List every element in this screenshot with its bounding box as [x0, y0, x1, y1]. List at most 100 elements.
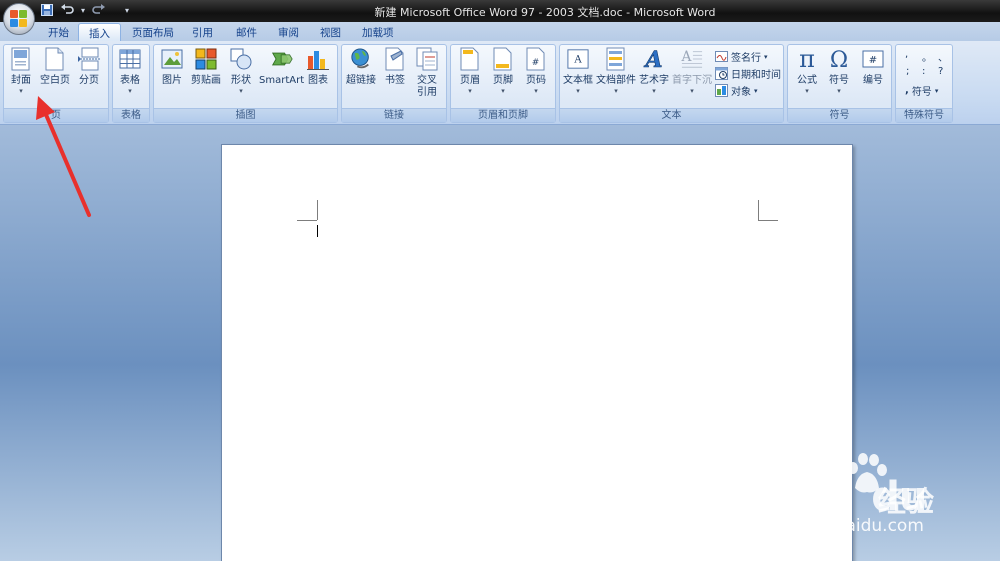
- tab-mailings[interactable]: 邮件: [226, 23, 267, 41]
- svg-text:A: A: [643, 47, 662, 71]
- header-button[interactable]: 页眉 ▾: [459, 47, 481, 95]
- cross-reference-label-1: 交叉: [417, 75, 437, 86]
- tab-home[interactable]: 开始: [38, 23, 79, 41]
- tab-review[interactable]: 审阅: [268, 23, 309, 41]
- chevron-down-icon: ▾: [837, 87, 841, 95]
- tab-references[interactable]: 引用: [182, 23, 223, 41]
- watermark-brand-part1: Bai: [765, 474, 834, 520]
- smartart-icon: [271, 47, 293, 71]
- blank-page-button[interactable]: 空白页: [40, 47, 70, 87]
- drop-cap-icon: A: [681, 47, 703, 71]
- hyperlink-button[interactable]: 超链接: [346, 47, 376, 87]
- crop-mark-top-left-h: [297, 220, 317, 221]
- footer-button[interactable]: 页脚 ▾: [492, 47, 514, 95]
- table-icon: [119, 47, 141, 71]
- chevron-down-icon: ▾: [128, 87, 132, 95]
- special-symbol-button[interactable]: , 符号 ▾: [905, 83, 938, 98]
- smartart-button[interactable]: SmartArt: [259, 47, 304, 87]
- chevron-down-icon: ▾: [690, 87, 694, 95]
- drop-cap-button[interactable]: A 首字下沉 ▾: [672, 47, 712, 95]
- quick-parts-button[interactable]: 文档部件 ▾: [596, 47, 636, 95]
- bookmark-button[interactable]: 书签: [384, 47, 406, 87]
- symbol-label: 符号: [829, 75, 849, 86]
- date-time-button[interactable]: 日期和时间: [715, 66, 781, 81]
- page-break-label: 分页: [79, 75, 99, 86]
- period-symbol[interactable]: 。: [922, 49, 932, 64]
- bookmark-label: 书签: [385, 75, 405, 86]
- wordart-button[interactable]: A 艺术字 ▾: [639, 47, 669, 95]
- picture-label: 图片: [162, 75, 182, 86]
- cover-page-label: 封面: [11, 75, 31, 86]
- symbol-button[interactable]: Ω 符号 ▾: [828, 47, 850, 95]
- text-box-label: 文本框: [563, 75, 593, 86]
- ribbon: 封面 ▾ 空白页 分页 页 表格 ▾ 表格 图片 剪贴画 形状 ▾ SmartA…: [0, 41, 1000, 125]
- signature-line-button[interactable]: 签名行 ▾: [715, 49, 768, 64]
- smartart-label: SmartArt: [259, 75, 305, 86]
- shapes-button[interactable]: 形状 ▾: [230, 47, 252, 95]
- tab-view[interactable]: 视图: [310, 23, 351, 41]
- ribbon-tab-row: 开始 插入 页面布局 引用 邮件 审阅 视图 加载项: [0, 22, 1000, 41]
- semicolon-symbol[interactable]: ;: [906, 66, 909, 77]
- page-number-button[interactable]: # 页码 ▾: [525, 47, 547, 95]
- numbering-button[interactable]: # 编号: [862, 47, 884, 87]
- header-label: 页眉: [460, 75, 480, 86]
- picture-button[interactable]: 图片: [161, 47, 183, 87]
- cover-page-button[interactable]: 封面 ▾: [10, 47, 32, 95]
- numbering-icon: #: [862, 47, 884, 71]
- svg-text:A: A: [681, 49, 693, 65]
- window-title: 新建 Microsoft Office Word 97 - 2003 文档.do…: [374, 6, 716, 19]
- object-label: 对象: [731, 87, 751, 98]
- wordart-label: 艺术字: [639, 75, 669, 86]
- picture-icon: [161, 47, 183, 71]
- chart-button[interactable]: 图表: [307, 47, 329, 87]
- blank-page-label: 空白页: [40, 75, 70, 86]
- clipart-label: 剪贴画: [191, 75, 221, 86]
- text-box-button[interactable]: A 文本框 ▾: [563, 47, 593, 95]
- tab-page-layout[interactable]: 页面布局: [122, 23, 184, 41]
- chart-label: 图表: [308, 75, 328, 86]
- watermark-url: jingyan.baidu.com: [767, 516, 924, 536]
- object-icon: [715, 84, 728, 97]
- chevron-down-icon: ▾: [19, 87, 23, 95]
- chevron-down-icon: ▾: [239, 87, 243, 95]
- question-symbol[interactable]: ?: [938, 66, 943, 77]
- group-pages: 封面 ▾ 空白页 分页 页: [3, 44, 109, 123]
- enumeration-comma-symbol[interactable]: 、: [938, 49, 948, 64]
- svg-text:Ω: Ω: [830, 48, 848, 71]
- drop-cap-label: 首字下沉: [672, 75, 712, 86]
- group-links: 超链接 书签 交叉 引用 链接: [341, 44, 447, 123]
- blank-page-icon: [44, 47, 66, 71]
- comma-symbol[interactable]: ,: [905, 49, 908, 60]
- chevron-down-icon: ▾: [934, 86, 939, 95]
- equation-button[interactable]: π 公式 ▾: [796, 47, 818, 95]
- page-number-icon: #: [525, 47, 547, 71]
- office-button[interactable]: [3, 3, 35, 35]
- hyperlink-label: 超链接: [346, 75, 376, 86]
- crop-mark-top-right-v: [758, 200, 759, 220]
- special-symbol-label: 符号: [911, 87, 932, 98]
- text-box-icon: A: [567, 47, 589, 71]
- footer-icon: [492, 47, 514, 71]
- table-label: 表格: [120, 75, 140, 86]
- colon-symbol[interactable]: :: [922, 66, 925, 77]
- bookmark-icon: [384, 47, 406, 71]
- tab-addins[interactable]: 加载项: [352, 23, 404, 41]
- group-pages-label: 页: [4, 108, 108, 122]
- cross-reference-button[interactable]: 交叉 引用: [416, 47, 438, 99]
- svg-text:#: #: [532, 58, 540, 68]
- tab-insert[interactable]: 插入: [78, 23, 121, 41]
- table-button[interactable]: 表格 ▾: [119, 47, 141, 95]
- document-page[interactable]: [221, 144, 853, 561]
- signature-line-label: 签名行: [731, 53, 761, 64]
- page-number-label: 页码: [526, 75, 546, 86]
- cover-page-icon: [10, 47, 32, 71]
- svg-text:A: A: [573, 55, 582, 66]
- chevron-down-icon: ▾: [764, 52, 768, 61]
- clipart-button[interactable]: 剪贴画: [191, 47, 221, 87]
- page-break-button[interactable]: 分页: [78, 47, 100, 87]
- watermark-cn: 经验: [878, 485, 935, 518]
- page-break-icon: [78, 47, 100, 71]
- object-button[interactable]: 对象 ▾: [715, 83, 758, 98]
- crop-mark-top-right-h: [758, 220, 778, 221]
- calendar-clock-icon: [715, 67, 728, 80]
